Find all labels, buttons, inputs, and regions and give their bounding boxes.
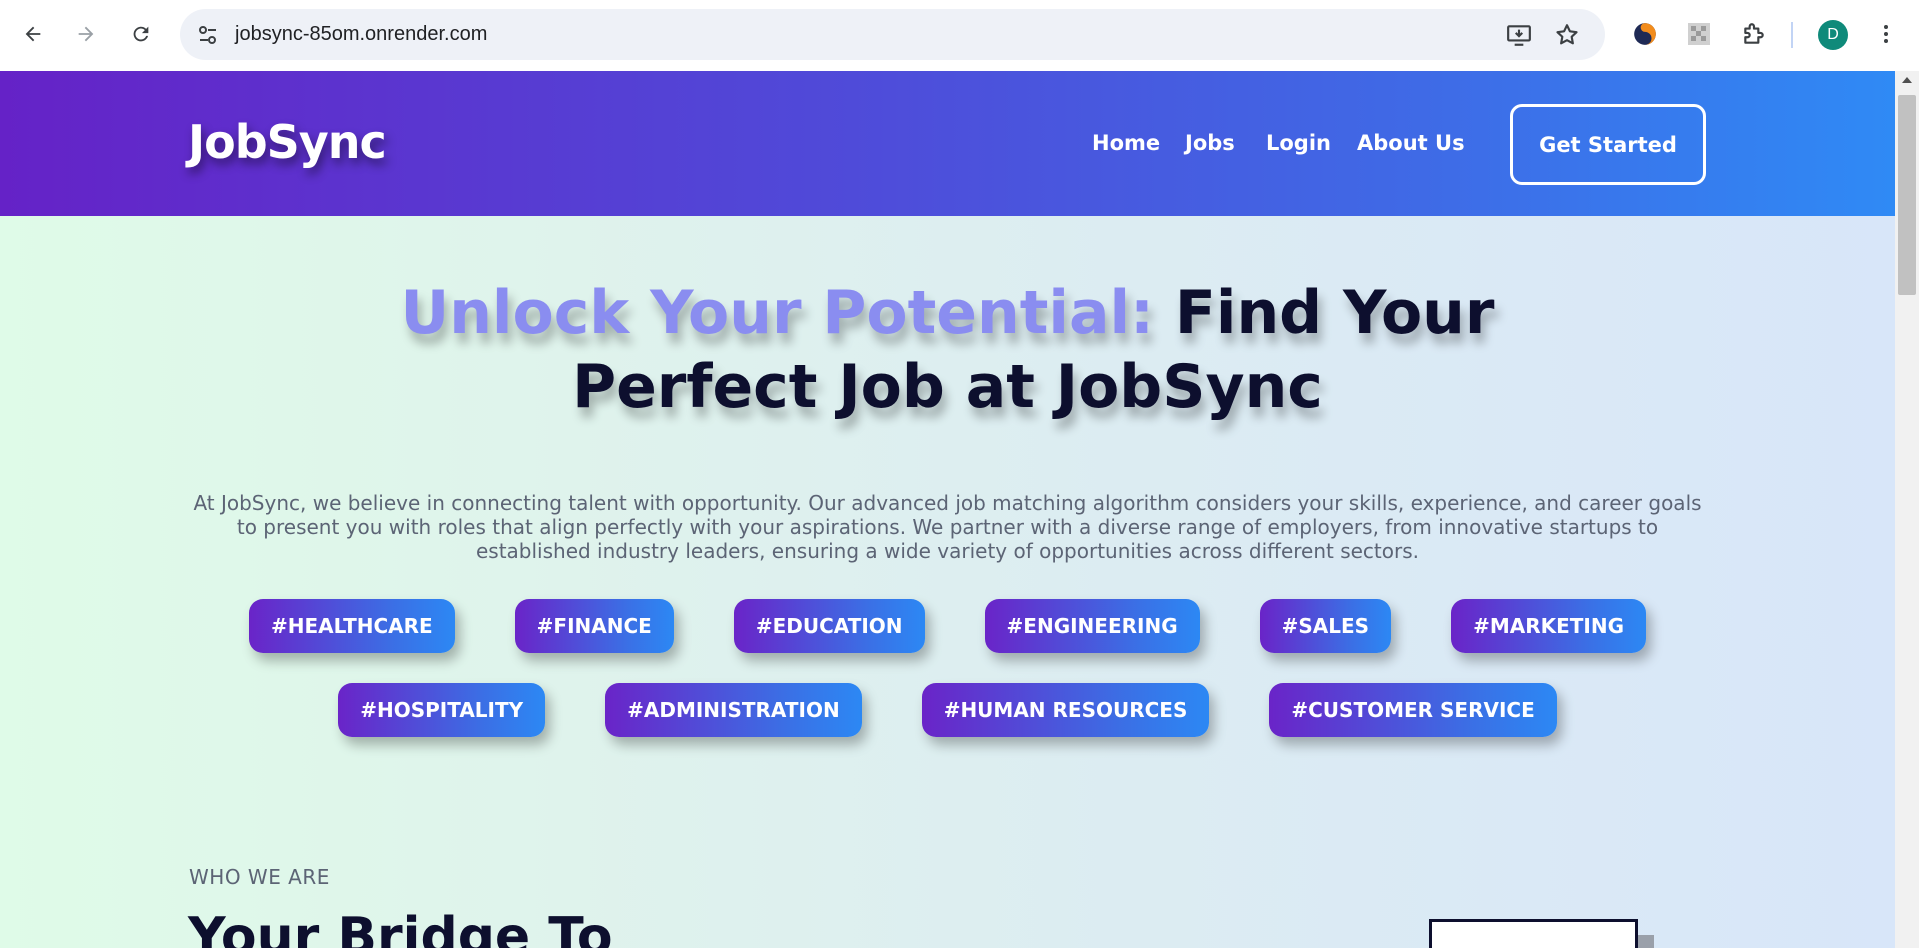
- page-scrollbar[interactable]: [1895, 71, 1919, 948]
- site-logo[interactable]: JobSync: [188, 115, 387, 169]
- site-settings-icon[interactable]: [196, 23, 220, 47]
- section-heading: Your Bridge To: [188, 907, 613, 948]
- install-app-button[interactable]: [1505, 21, 1533, 49]
- nav-link-wrapper-about: About Us: [1357, 131, 1465, 155]
- back-arrow-icon: [25, 26, 41, 42]
- tag-human-resources[interactable]: #HUMAN RESOURCES: [921, 683, 1210, 737]
- tag-administration[interactable]: #ADMINISTRATION: [605, 683, 862, 737]
- tag-finance[interactable]: #FINANCE: [514, 599, 674, 653]
- tag-healthcare[interactable]: #HEALTHCARE: [249, 599, 455, 653]
- nav-link-about-us[interactable]: About Us: [1357, 131, 1465, 155]
- extensions-menu-button[interactable]: [1740, 20, 1768, 48]
- hero-title-accent: Unlock Your Potential:: [400, 278, 1155, 348]
- extension-grid-icon: [1688, 23, 1710, 45]
- address-bar[interactable]: jobsync-85om.onrender.com: [180, 9, 1605, 60]
- hero-description: At JobSync, we believe in connecting tal…: [193, 491, 1702, 563]
- bookmark-star-icon: [1556, 24, 1578, 45]
- extension-icon: [1634, 23, 1656, 45]
- tags-row-2: #HOSPITALITY #ADMINISTRATION #HUMAN RESO…: [0, 683, 1895, 737]
- forward-arrow-icon: [78, 26, 94, 42]
- url-text[interactable]: jobsync-85om.onrender.com: [235, 23, 487, 46]
- browser-menu-button[interactable]: [1872, 20, 1900, 48]
- tag-customer-service[interactable]: #CUSTOMER SERVICE: [1269, 683, 1557, 737]
- tag-marketing[interactable]: #MARKETING: [1451, 599, 1646, 653]
- hero-title-line1-rest: Find Your: [1154, 278, 1495, 348]
- nav-link-wrapper-home: Home: [1092, 131, 1160, 155]
- profile-avatar[interactable]: D: [1818, 20, 1848, 50]
- section-eyebrow: WHO WE ARE: [189, 865, 330, 889]
- tag-sales[interactable]: #SALES: [1259, 599, 1392, 653]
- hero-title: Unlock Your Potential: Find Your Perfect…: [188, 276, 1707, 424]
- tag-hospitality[interactable]: #HOSPITALITY: [338, 683, 546, 737]
- bookmark-button[interactable]: [1553, 21, 1581, 49]
- page-viewport: JobSync Home Jobs Login About Us Get Sta…: [0, 71, 1895, 948]
- extension-button[interactable]: [1631, 20, 1659, 48]
- nav-link-wrapper-login: Login: [1266, 131, 1331, 155]
- browser-toolbar: jobsync-85om.onrender.com D: [0, 0, 1919, 71]
- reload-button[interactable]: [123, 16, 159, 52]
- nav-link-jobs[interactable]: Jobs: [1185, 131, 1235, 155]
- puzzle-icon: [1744, 23, 1764, 44]
- extension-button-2[interactable]: [1685, 20, 1713, 48]
- hero-title-line2: Perfect Job at JobSync: [572, 352, 1323, 422]
- about-image-frame: [1429, 919, 1638, 948]
- more-vert-icon: [1884, 25, 1888, 43]
- tag-engineering[interactable]: #ENGINEERING: [984, 599, 1200, 653]
- get-started-button[interactable]: Get Started: [1510, 104, 1706, 185]
- install-app-icon: [1507, 25, 1531, 46]
- forward-button[interactable]: [68, 16, 104, 52]
- reload-icon: [133, 26, 149, 42]
- scrollbar-thumb[interactable]: [1898, 95, 1916, 295]
- nav-link-wrapper-jobs: Jobs: [1185, 131, 1235, 155]
- back-button[interactable]: [15, 16, 51, 52]
- site-header: JobSync Home Jobs Login About Us Get Sta…: [0, 71, 1895, 216]
- toolbar-divider: [1791, 22, 1793, 48]
- nav-link-login[interactable]: Login: [1266, 131, 1331, 155]
- about-image-shadow: [1638, 935, 1654, 948]
- tag-education[interactable]: #EDUCATION: [733, 599, 925, 653]
- tags-row-1: #HEALTHCARE #FINANCE #EDUCATION #ENGINEE…: [0, 599, 1895, 653]
- scroll-up-arrow-icon[interactable]: [1902, 77, 1912, 83]
- nav-link-home[interactable]: Home: [1092, 131, 1160, 155]
